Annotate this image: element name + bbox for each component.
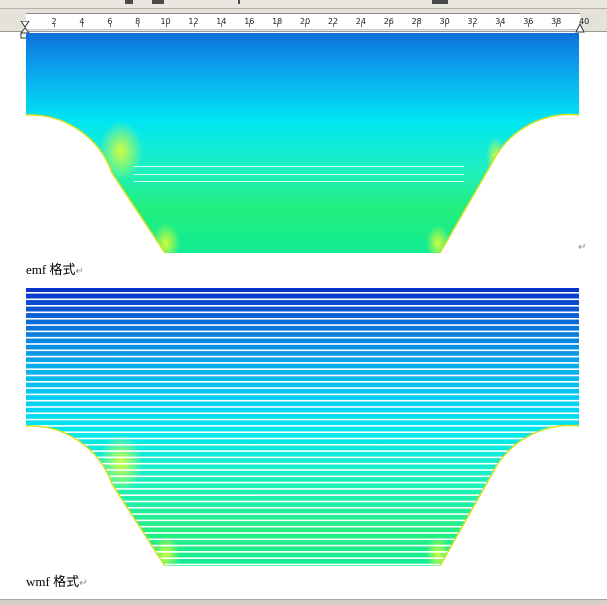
- band-stripe: [26, 343, 579, 345]
- band-stripe: [26, 393, 579, 396]
- band-stripe: [26, 425, 579, 427]
- band-stripe: [26, 519, 579, 522]
- ruler-tick: [472, 23, 474, 27]
- wmf-field-plot: [26, 288, 579, 566]
- band-stripe: [26, 488, 579, 490]
- emf-caption-text: emf 格式: [26, 262, 76, 277]
- band-stripe: [26, 557, 579, 559]
- band-stripe: [26, 330, 579, 333]
- paragraph-mark: ↵: [578, 242, 587, 253]
- ruler-track: 2 4 6 8 10 12 14 16 18 20 22 24 26 28 30 32 34 36 38 40: [26, 13, 589, 30]
- ruler-tick: [388, 23, 390, 27]
- band-stripe: [26, 563, 579, 566]
- ruler-tick: [109, 23, 111, 27]
- band-stripe: [26, 494, 579, 496]
- band-stripe: [26, 305, 579, 307]
- ruler-tick: [249, 23, 251, 27]
- band-stripe: [26, 513, 579, 515]
- band-stripe: [26, 311, 579, 314]
- band-stripe: [26, 318, 579, 320]
- band-stripe: [26, 462, 579, 465]
- band-stripe: [26, 481, 579, 484]
- emf-figure: [26, 33, 579, 253]
- ruler-tick: [444, 23, 446, 27]
- toolbar-separator: [238, 0, 240, 4]
- toolbar-icon[interactable]: [125, 0, 133, 4]
- ruler-tick: [193, 23, 195, 27]
- band-stripe: [26, 551, 579, 553]
- band-stripe: [26, 399, 579, 402]
- ruler-tick: [54, 23, 55, 27]
- band-stripe: [26, 469, 579, 471]
- band-stripe: [26, 292, 579, 294]
- band-stripe: [26, 355, 579, 358]
- wmf-figure: [26, 288, 579, 566]
- band-stripe: [26, 412, 579, 415]
- band-stripe: [26, 324, 579, 326]
- ruler-tick: [500, 23, 502, 27]
- band-stripe: [26, 418, 579, 421]
- band-stripe: [26, 507, 579, 509]
- emf-caption: emf 格式↵: [26, 262, 84, 280]
- band-stripe: [26, 456, 579, 459]
- band-stripe: [26, 362, 579, 364]
- band-stripe: [26, 387, 579, 389]
- band-stripe: [26, 532, 579, 534]
- band-stripe: [26, 544, 579, 547]
- return-mark: ↵: [79, 578, 88, 589]
- ruler-tick: [221, 23, 223, 27]
- return-mark: ↵: [75, 266, 84, 277]
- band-stripe: [26, 525, 579, 528]
- ruler-tick: [81, 23, 83, 27]
- ruler-tick: [556, 23, 558, 27]
- toolbar: [0, 0, 607, 9]
- band-stripe: [26, 381, 579, 383]
- right-indent-marker-icon[interactable]: [575, 23, 585, 33]
- ruler-tick: [137, 23, 139, 27]
- border-icon[interactable]: [152, 0, 164, 4]
- wmf-caption-text: wmf 格式: [26, 574, 80, 589]
- band-stripe: [26, 444, 579, 446]
- band-stripe: [26, 374, 579, 377]
- band-stripe: [26, 368, 579, 370]
- band-stripe: [26, 406, 579, 408]
- wmf-caption: wmf 格式↵: [26, 574, 87, 592]
- horizontal-ruler[interactable]: 2 4 6 8 10 12 14 16 18 20 22 24 26 28 30 32 34 36 38 40: [0, 9, 607, 39]
- band-stripe: [26, 349, 579, 352]
- ruler-tick: [333, 23, 334, 27]
- band-stripe: [26, 431, 579, 433]
- status-bar: [0, 599, 607, 605]
- ruler-tick: [528, 23, 530, 27]
- band-stripe: [26, 538, 579, 541]
- band-stripe: [26, 500, 579, 503]
- ruler-tick: [416, 23, 418, 27]
- band-stripe: [26, 298, 579, 301]
- color-swatch-icon[interactable]: [432, 0, 448, 4]
- band-stripe: [26, 437, 579, 440]
- band-stripe: [26, 450, 579, 452]
- band-stripe: [26, 336, 579, 339]
- ruler-tick: [277, 23, 279, 27]
- ruler-tick: [305, 23, 307, 27]
- ruler-tick: [360, 23, 362, 27]
- emf-field-plot: [26, 33, 579, 253]
- ruler-tick: [165, 23, 167, 27]
